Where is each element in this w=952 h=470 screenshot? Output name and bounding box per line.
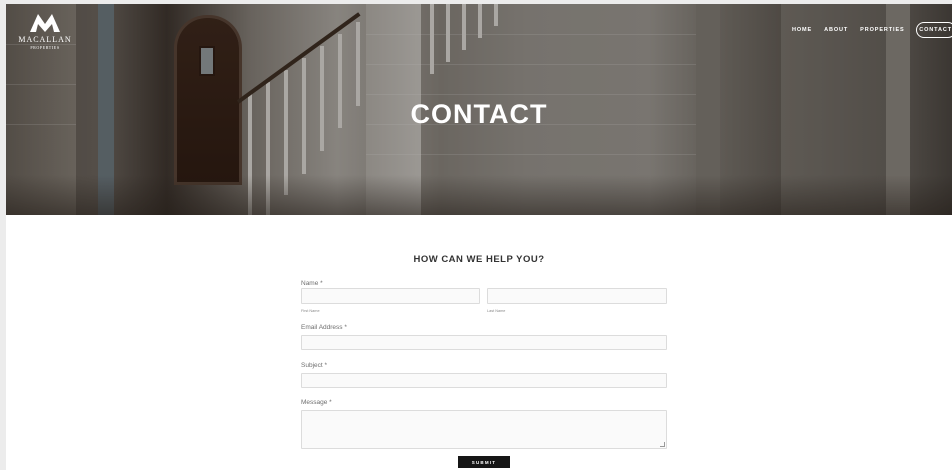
- nav-home-link[interactable]: HOME: [792, 27, 812, 33]
- last-name-field[interactable]: [487, 288, 667, 304]
- brand-subtitle: PROPERTIES: [30, 45, 60, 50]
- brand-logo[interactable]: MACALLAN PROPERTIES: [16, 14, 74, 52]
- logo-m-icon: [30, 14, 60, 32]
- nav-contact-button[interactable]: CONTACT: [915, 22, 952, 38]
- form-heading: HOW CAN WE HELP YOU?: [413, 254, 545, 265]
- message-textarea[interactable]: [301, 410, 667, 449]
- page: MACALLAN PROPERTIES HOME ABOUT PROPERTIE…: [6, 4, 952, 470]
- resize-handle-icon[interactable]: [660, 442, 665, 447]
- name-label: Name *: [301, 280, 323, 287]
- page-title: CONTACT: [410, 99, 548, 129]
- email-field[interactable]: [301, 335, 667, 350]
- subject-field[interactable]: [301, 373, 667, 388]
- email-label: Email Address *: [301, 324, 347, 331]
- last-name-sublabel: Last Name: [487, 309, 506, 313]
- subject-label: Subject *: [301, 362, 328, 369]
- main-nav: HOME ABOUT PROPERTIES CONTACT: [792, 22, 952, 38]
- brand-name: MACALLAN: [18, 35, 72, 44]
- submit-button[interactable]: SUBMIT: [458, 456, 510, 468]
- hero-banner: MACALLAN PROPERTIES HOME ABOUT PROPERTIE…: [6, 4, 952, 215]
- nav-about-link[interactable]: ABOUT: [824, 27, 848, 33]
- first-name-sublabel: First Name: [301, 309, 320, 313]
- first-name-field[interactable]: [301, 288, 480, 304]
- message-label: Message *: [301, 399, 332, 406]
- nav-properties-link[interactable]: PROPERTIES: [860, 27, 904, 33]
